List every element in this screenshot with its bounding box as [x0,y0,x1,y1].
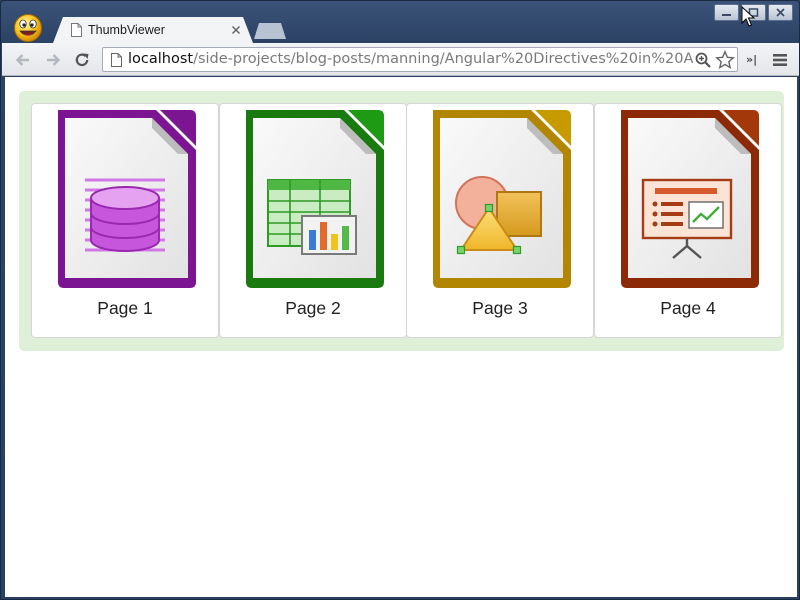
close-window-button[interactable] [768,4,793,21]
thumbnail-card[interactable]: Page 2 [219,103,407,338]
zoom-icon[interactable] [694,51,712,69]
mouse-cursor-icon [741,6,755,27]
page-icon [71,23,82,37]
thumbnail-card[interactable]: Page 3 [406,103,594,338]
thumbnail-card[interactable]: Page 4 [594,103,782,338]
back-arrow-icon[interactable] [14,51,32,69]
presentation-document-icon [621,110,759,288]
url-host: localhost [128,51,194,67]
tab-thumbviewer[interactable]: ThumbViewer [53,17,253,43]
url-path: /side-projects/blog-posts/manning/Angula… [193,51,693,67]
address-bar[interactable]: localhost/side-projects/blog-posts/manni… [102,47,738,72]
star-icon[interactable] [715,50,735,70]
thumbnail-caption: Page 3 [472,298,528,318]
page-viewport: Page 1 Page 2 Page 3 Page 4 [5,77,797,597]
reload-icon[interactable] [73,51,91,69]
page-icon [111,53,122,67]
database-document-icon [58,110,196,288]
tab-title: ThumbViewer [88,23,165,37]
forward-arrow-icon[interactable] [44,51,62,69]
minimize-button[interactable] [714,4,739,21]
new-tab-button[interactable] [254,23,286,39]
minimize-icon [722,14,731,16]
browser-toolbar: localhost/side-projects/blog-posts/manni… [2,43,799,76]
smiley-face-icon[interactable] [13,13,43,43]
spreadsheet-document-icon [246,110,384,288]
close-icon [776,8,785,17]
drawing-document-icon [433,110,571,288]
hamburger-menu-icon[interactable] [772,52,788,68]
browser-window: ThumbViewer localhost/side-projects/blog… [0,0,800,600]
thumbnail-caption: Page 1 [97,298,153,318]
url-text[interactable]: localhost/side-projects/blog-posts/manni… [128,51,693,69]
thumbnail-strip: Page 1 Page 2 Page 3 Page 4 [19,91,784,351]
thumbnail-caption: Page 4 [660,298,716,318]
extensions-overflow-button[interactable]: »| [746,53,757,66]
thumbnail-card[interactable]: Page 1 [31,103,219,338]
thumbnail-caption: Page 2 [285,298,341,318]
tab-close-icon[interactable] [231,25,241,35]
